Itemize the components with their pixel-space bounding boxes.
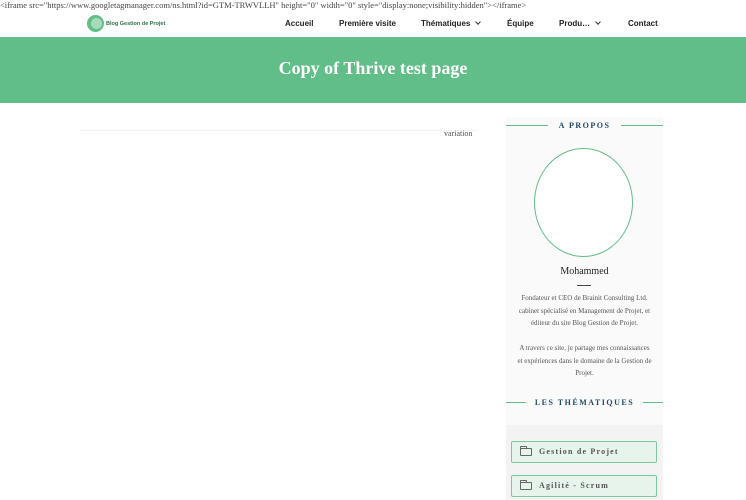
nav-item-accueil[interactable]: Accueil (285, 10, 313, 37)
iframe-code-text: <iframe src="https://www.googletagmanage… (0, 0, 527, 10)
author-name: Mohammed (560, 266, 609, 277)
page-hero-banner: Copy of Thrive test page (0, 37, 746, 103)
site-logo[interactable]: Blog Gestion de Projet (87, 15, 165, 32)
author-bio-paragraph-1: Fondateur et CEO de Brainit Consulting L… (506, 292, 663, 330)
bio-line: Projet. (575, 369, 594, 377)
author-bio-paragraph-2: A travers ce site, je partage mes connai… (506, 342, 663, 380)
nav-label: Équipe (507, 19, 534, 28)
leaf-logo-icon (87, 15, 104, 32)
variation-text: variation (444, 129, 473, 138)
nav-item-thematiques[interactable]: Thématiques (421, 10, 482, 37)
chevron-down-icon (475, 19, 482, 25)
nav-item-equipe[interactable]: Équipe (507, 10, 534, 37)
themes-heading-text: LES THÉMATIQUES (530, 398, 639, 407)
about-widget-heading: A PROPOS (506, 119, 663, 133)
theme-item-agilite-scrum[interactable]: Agilité - Scrum (511, 475, 657, 497)
folder-icon (520, 446, 532, 456)
nav-label: Première visite (339, 19, 396, 28)
nav-item-produits[interactable]: Produ… (559, 10, 601, 37)
folder-icon (520, 480, 532, 490)
nav-label: Contact (628, 19, 658, 28)
theme-label: Agilité - Scrum (539, 481, 609, 490)
chevron-down-icon (595, 19, 601, 25)
bio-line: A travers ce site, je partage mes connai… (519, 344, 650, 352)
bio-line: éditeur du site Blog Gestion de Projet. (530, 319, 639, 327)
content-divider (80, 130, 477, 131)
bio-line: cabinet spécialisé en Management de Proj… (518, 306, 651, 315)
nav-item-contact[interactable]: Contact (628, 10, 658, 37)
about-heading-text: A PROPOS (554, 121, 615, 130)
top-navigation: Blog Gestion de Projet Accueil Première … (0, 10, 746, 37)
theme-item-gestion-de-projet[interactable]: Gestion de Projet (511, 441, 657, 463)
themes-widget-heading: LES THÉMATIQUES (506, 396, 663, 410)
nav-item-premiere-visite[interactable]: Première visite (339, 10, 396, 37)
logo-text: Blog Gestion de Projet (106, 20, 166, 27)
nav-label: Produ… (559, 19, 591, 28)
nav-label: Accueil (285, 19, 314, 28)
bio-line: Fondateur et CEO de Brainit Consulting L… (521, 294, 648, 302)
bio-line: et expériences dans le domaine de la Ges… (517, 356, 652, 365)
theme-label: Gestion de Projet (539, 447, 619, 456)
author-avatar (534, 148, 633, 257)
page-title: Copy of Thrive test page (278, 58, 468, 78)
name-divider (577, 285, 591, 286)
nav-label: Thématiques (421, 19, 471, 28)
